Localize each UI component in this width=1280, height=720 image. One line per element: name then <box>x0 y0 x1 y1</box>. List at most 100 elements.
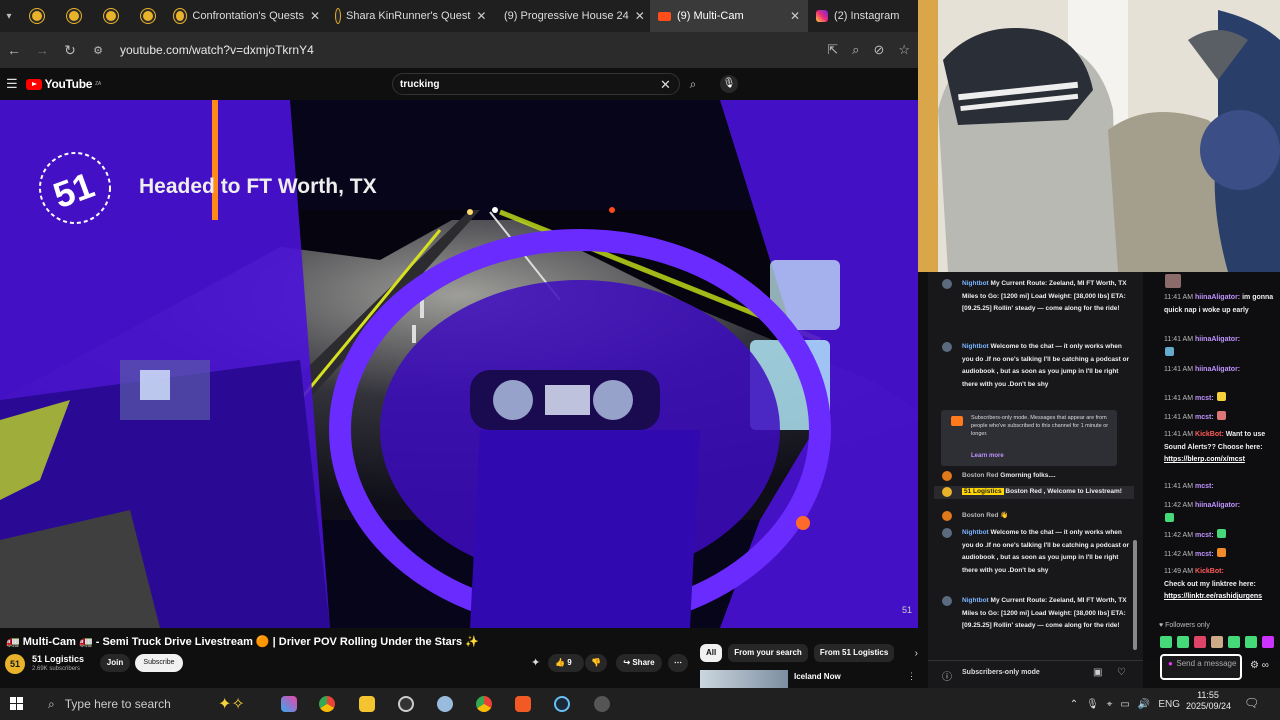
app-icon[interactable] <box>437 696 453 712</box>
chat-username[interactable]: 51 Logistics <box>962 488 1004 495</box>
learn-more-link[interactable]: Learn more <box>971 452 1004 460</box>
bookmark-star-icon[interactable]: ☆ <box>898 42 910 58</box>
chip-from-channel[interactable]: From 51 Logistics <box>813 644 895 662</box>
emote-icon[interactable] <box>1160 636 1172 648</box>
back-arrow-icon[interactable]: ← <box>0 42 28 58</box>
chat-username[interactable]: mcst: <box>1195 551 1214 558</box>
like-button[interactable]: 👍 9 <box>548 654 584 672</box>
chat-username[interactable]: Boston Red <box>962 472 998 479</box>
chat-username[interactable]: Boston Red <box>962 512 998 519</box>
file-explorer-icon[interactable] <box>359 696 375 712</box>
chat-username[interactable]: hiinaAligator: <box>1195 336 1240 343</box>
chrome-icon[interactable] <box>319 696 335 712</box>
emote-icon[interactable] <box>1211 636 1223 648</box>
chat-username[interactable]: hiinaAligator: <box>1195 366 1240 373</box>
network-icon[interactable]: ⌖ <box>1107 699 1113 710</box>
cast-icon[interactable]: ⇱ <box>827 42 838 58</box>
dislike-button[interactable]: 👎 <box>585 654 607 672</box>
search-highlight-icon[interactable]: ✦✧ <box>218 694 245 714</box>
chip-all[interactable]: All <box>700 644 723 662</box>
chat-username[interactable]: Nightbot <box>962 597 989 604</box>
emote-icon[interactable] <box>1262 636 1274 648</box>
eye-off-icon[interactable]: ⊘ <box>873 42 884 58</box>
heart-icon[interactable]: ♡ <box>1117 667 1126 678</box>
close-icon[interactable]: ✕ <box>635 9 645 23</box>
share-button[interactable]: ↪ Share <box>616 654 662 672</box>
app-icon[interactable] <box>594 696 610 712</box>
subscribe-button[interactable]: Subscribe <box>135 654 183 672</box>
microphone-icon[interactable]: 🎙 <box>1086 699 1099 710</box>
close-icon[interactable]: ✕ <box>310 9 320 23</box>
language-indicator[interactable]: ENG <box>1158 699 1180 710</box>
youtube-icon <box>658 11 671 21</box>
pinned-tab-4[interactable] <box>129 0 166 32</box>
close-icon[interactable]: ✕ <box>790 9 800 23</box>
chat-username[interactable]: hiinaAligator: <box>1195 502 1240 509</box>
tab-list-button[interactable]: ▾ <box>0 0 18 32</box>
ai-sparkle-icon[interactable]: ✦ <box>531 656 540 669</box>
related-video-thumbnail[interactable] <box>700 670 788 690</box>
more-actions-icon[interactable]: ⋯ <box>668 654 688 672</box>
chrome-profile-icon[interactable] <box>476 696 492 712</box>
steam-icon[interactable] <box>554 696 570 712</box>
taskbar-clock[interactable]: 11:55 2025/09/24 <box>1186 690 1231 712</box>
send-message-input[interactable]: ● Send a message <box>1160 654 1242 680</box>
menu-icon[interactable]: ☰ <box>6 76 18 92</box>
obs-icon[interactable] <box>398 696 414 712</box>
tab-multi-cam[interactable]: (9) Multi-Cam ✕ <box>650 0 808 32</box>
reload-icon[interactable]: ↻ <box>56 42 84 59</box>
related-video-title[interactable]: Iceland Now <box>794 672 841 681</box>
pinned-tab-1[interactable] <box>18 0 55 32</box>
forward-arrow-icon[interactable]: → <box>28 42 56 58</box>
url-field[interactable]: youtube.com/watch?v=dxmjoTkrnY4 <box>120 43 314 57</box>
tab-confrontation-quests[interactable]: Confrontation's Quests ✕ <box>166 0 328 32</box>
clear-search-icon[interactable]: ✕ <box>660 77 671 93</box>
pinned-tab-2[interactable] <box>55 0 92 32</box>
sound-alerts-link[interactable]: https://blerp.com/x/mcst <box>1164 456 1245 463</box>
chat-scrollbar[interactable] <box>1133 540 1137 650</box>
channel-name[interactable]: 51 Logistics <box>32 654 84 664</box>
super-chat-icon[interactable]: ▣ <box>1093 667 1102 678</box>
close-icon[interactable]: ✕ <box>476 9 486 23</box>
emote-icon[interactable] <box>1228 636 1240 648</box>
chip-from-your-search[interactable]: From your search <box>728 644 808 662</box>
brave-icon[interactable] <box>515 696 531 712</box>
site-info-icon[interactable]: ⚙ <box>84 44 112 57</box>
chat-username[interactable]: hiinaAligator: <box>1195 294 1240 301</box>
notifications-icon[interactable]: 🗨 <box>1244 696 1259 710</box>
chat-username[interactable]: mcst: <box>1195 532 1214 539</box>
chat-username[interactable]: Nightbot <box>962 343 989 350</box>
search-icon[interactable]: ⌕ <box>682 73 704 95</box>
channel-avatar[interactable]: 51 <box>5 654 25 674</box>
tab-progressive-house[interactable]: (9) Progressive House 24 ✕ <box>490 0 650 32</box>
emote-icon[interactable] <box>1194 636 1206 648</box>
pinned-tab-3[interactable] <box>92 0 129 32</box>
emote-icon[interactable] <box>1245 636 1257 648</box>
chevron-up-icon[interactable]: ⌃ <box>1070 699 1078 710</box>
tab-instagram[interactable]: (2) Instagram <box>808 0 908 32</box>
chat-username[interactable]: mcst: <box>1195 414 1214 421</box>
chat-settings-icon[interactable]: ⚙ ∞ <box>1250 660 1269 671</box>
display-icon[interactable]: ▭ <box>1120 699 1129 710</box>
chat-username[interactable]: mcst: <box>1195 483 1214 490</box>
volume-icon[interactable]: 🔊 <box>1138 699 1150 710</box>
info-icon[interactable]: ⓘ <box>942 668 952 683</box>
join-button[interactable]: Join <box>100 654 130 672</box>
video-player[interactable]: 51 Headed to FT Worth, TX 51 <box>0 100 918 628</box>
related-more-icon[interactable]: ⋮ <box>907 671 916 682</box>
emote-icon[interactable] <box>1177 636 1189 648</box>
chat-username[interactable]: mcst: <box>1195 395 1214 402</box>
tab-shara-quest[interactable]: Shara KinRunner's Quest ✕ <box>328 0 490 32</box>
zoom-icon[interactable]: ⌕ <box>852 42 859 58</box>
linktree-link[interactable]: https://linktr.ee/rashidjurgens <box>1164 593 1262 600</box>
microphone-icon[interactable]: 🎙 <box>720 75 738 93</box>
chevron-right-icon[interactable]: › <box>915 648 918 659</box>
chat-username[interactable]: Nightbot <box>962 280 989 287</box>
windows-start-icon[interactable] <box>10 697 23 710</box>
copilot-icon[interactable] <box>281 696 297 712</box>
chat-username[interactable]: KickBot: <box>1195 431 1224 438</box>
youtube-logo[interactable]: YouTube ZA <box>25 77 101 91</box>
chat-username[interactable]: KickBot: <box>1195 568 1224 575</box>
chat-username[interactable]: Nightbot <box>962 529 989 536</box>
search-input[interactable]: trucking <box>392 73 680 95</box>
